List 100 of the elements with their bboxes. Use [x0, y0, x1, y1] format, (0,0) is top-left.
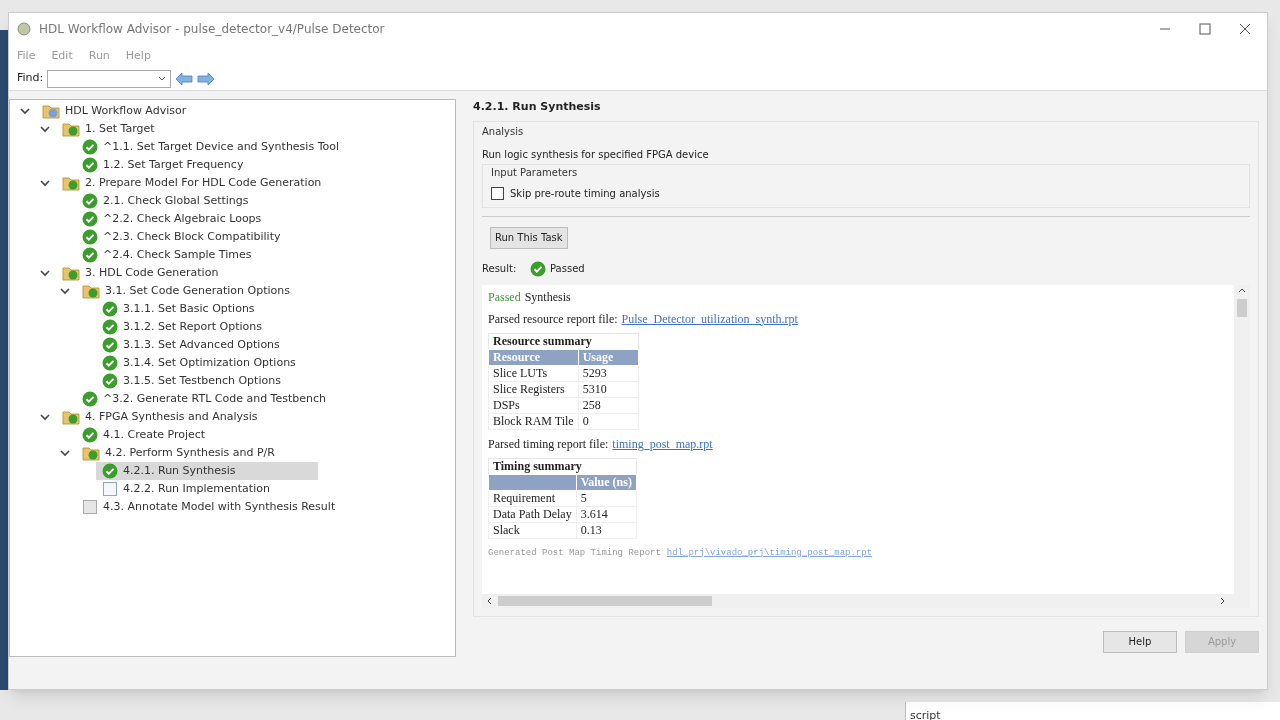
- tree-item[interactable]: ^2.3. Check Block Compatibility: [76, 228, 289, 246]
- table-title: Timing summary: [488, 458, 637, 474]
- chevron-down-icon[interactable]: [40, 268, 50, 278]
- report-text: Parsed resource report file:: [488, 310, 618, 327]
- scrollbar-thumb[interactable]: [498, 595, 712, 606]
- tree-item-label: ^2.4. Check Sample Times: [103, 246, 252, 263]
- tree-item-label: 4.2. Perform Synthesis and P/R: [105, 444, 275, 461]
- status-text: Synthesis: [524, 288, 571, 305]
- table-cell: Data Path Delay: [488, 506, 577, 522]
- passed-check-icon: [82, 193, 98, 209]
- tree-item[interactable]: ^1.1. Set Target Device and Synthesis Tool: [76, 138, 347, 156]
- result-label: Result:: [482, 262, 518, 276]
- tree-item-label: ^2.2. Check Algebraic Loops: [103, 210, 262, 227]
- table-cell: 0: [578, 413, 639, 429]
- folder-icon: [62, 175, 80, 191]
- dialog-button[interactable]: Help: [1103, 630, 1177, 653]
- report-link[interactable]: timing_post_map.rpt: [612, 435, 713, 452]
- folder-icon: [62, 121, 80, 137]
- tree-item-label: 4.3. Annotate Model with Synthesis Result: [103, 498, 336, 515]
- window-title: HDL Workflow Advisor - pulse_detector_v4/Pulse Detector: [39, 21, 385, 38]
- tree-item[interactable]: ^2.4. Check Sample Times: [76, 246, 260, 264]
- table-title: Resource summary: [488, 333, 639, 349]
- tree-item[interactable]: 2.1. Check Global Settings: [76, 192, 257, 210]
- tree-item[interactable]: 4.2.1. Run Synthesis: [96, 462, 318, 480]
- folder-icon: [42, 103, 60, 119]
- passed-check-icon: [82, 211, 98, 227]
- tree-item[interactable]: 3.1. Set Code Generation Options: [76, 282, 298, 300]
- chevron-down-icon[interactable]: [60, 448, 70, 458]
- run-task-button[interactable]: Run This Task: [490, 226, 568, 249]
- table-cell: Block RAM Tile: [488, 413, 579, 429]
- scrollbar-thumb[interactable]: [1237, 298, 1247, 317]
- chevron-down-icon[interactable]: [60, 286, 70, 296]
- table-cell: Slice LUTs: [488, 365, 579, 381]
- passed-check-icon: [82, 247, 98, 263]
- tree-item[interactable]: ^2.2. Check Algebraic Loops: [76, 210, 270, 228]
- chevron-down-icon[interactable]: [20, 106, 30, 116]
- tree-item[interactable]: 1. Set Target: [56, 120, 163, 138]
- task-description: Run logic synthesis for specified FPGA device: [482, 147, 710, 162]
- column-header: Resource: [488, 349, 579, 365]
- column-header: Usage: [578, 349, 639, 365]
- tree-item[interactable]: 2. Prepare Model For HDL Code Generation: [56, 174, 330, 192]
- tree-item[interactable]: 3.1.3. Set Advanced Options: [96, 336, 288, 354]
- tree-item-label: 3.1. Set Code Generation Options: [105, 282, 290, 299]
- maximize-icon[interactable]: [1199, 23, 1211, 35]
- tree-item[interactable]: 3.1.5. Set Testbench Options: [96, 372, 289, 390]
- tree-item-label: 4.2.1. Run Synthesis: [123, 462, 236, 479]
- tree-item[interactable]: 4.2.2. Run Implementation: [96, 480, 278, 498]
- tree-item-label: 3.1.5. Set Testbench Options: [123, 372, 281, 389]
- chevron-down-icon[interactable]: [40, 124, 50, 134]
- tree-item-label: 4.2.2. Run Implementation: [123, 480, 270, 497]
- scroll-right-icon[interactable]: [1220, 596, 1226, 605]
- folder-icon: [62, 265, 80, 281]
- report-text: Generated Post Map Timing Report: [488, 546, 661, 560]
- passed-check-icon: [82, 391, 98, 407]
- tree-item[interactable]: 4. FPGA Synthesis and Analysis: [56, 408, 266, 426]
- table-cell: 0.13: [576, 522, 637, 538]
- passed-check-icon: [102, 355, 118, 371]
- blank-box-icon: [82, 499, 98, 515]
- tree-item[interactable]: 3. HDL Code Generation: [56, 264, 227, 282]
- table-cell: DSPs: [488, 397, 579, 413]
- tree-item-label: 4.1. Create Project: [103, 426, 206, 443]
- passed-check-icon: [102, 463, 118, 479]
- tree-item[interactable]: HDL Workflow Advisor: [36, 102, 195, 120]
- table-cell: Slack: [488, 522, 577, 538]
- folder-icon: [62, 409, 80, 425]
- table-cell: 5310: [578, 381, 639, 397]
- report-text: Parsed timing report file:: [488, 435, 609, 452]
- result-value: Passed: [550, 262, 585, 276]
- tree-item[interactable]: 3.1.2. Set Report Options: [96, 318, 270, 336]
- report-link[interactable]: Pulse_Detector_utilization_synth.rpt: [621, 310, 798, 327]
- tree-item[interactable]: 3.1.4. Set Optimization Options: [96, 354, 304, 372]
- tree-item[interactable]: ^3.2. Generate RTL Code and Testbench: [76, 390, 334, 408]
- tree-item-label: ^2.3. Check Block Compatibility: [103, 228, 281, 245]
- chevron-down-icon[interactable]: [40, 178, 50, 188]
- tree-item[interactable]: 4.3. Annotate Model with Synthesis Result: [76, 498, 344, 516]
- tree-item[interactable]: 4.2. Perform Synthesis and P/R: [76, 444, 283, 462]
- tree-item-label: 3.1.3. Set Advanced Options: [123, 336, 280, 353]
- column-header: Value (ns): [576, 474, 637, 490]
- scroll-up-icon[interactable]: [1238, 286, 1246, 293]
- app-icon: [17, 22, 31, 36]
- checkbox[interactable]: [491, 186, 504, 200]
- tree-item[interactable]: 3.1.1. Set Basic Options: [96, 300, 263, 318]
- tree-item-label: 1.2. Set Target Frequency: [103, 156, 244, 173]
- group-title: Input Parameters: [491, 165, 579, 180]
- tree-item[interactable]: 4.1. Create Project: [76, 426, 214, 444]
- close-icon[interactable]: [1239, 23, 1251, 35]
- table-cell: Requirement: [488, 490, 577, 506]
- tree-item-label: 2.1. Check Global Settings: [103, 192, 249, 209]
- tree-item-label: ^1.1. Set Target Device and Synthesis Tool: [103, 138, 339, 155]
- forward-arrow-icon[interactable]: [197, 71, 216, 86]
- tree-item[interactable]: 1.2. Set Target Frequency: [76, 156, 252, 174]
- tree-item-label: HDL Workflow Advisor: [65, 102, 187, 119]
- back-arrow-icon[interactable]: [175, 71, 194, 86]
- scroll-left-icon[interactable]: [486, 596, 492, 605]
- tree-item-label: ^3.2. Generate RTL Code and Testbench: [103, 390, 326, 407]
- table-cell: 3.614: [576, 506, 637, 522]
- chevron-down-icon[interactable]: [40, 412, 50, 422]
- tree-item-label: 2. Prepare Model For HDL Code Generation: [85, 174, 322, 191]
- passed-check-icon: [82, 427, 98, 443]
- passed-check-icon: [102, 337, 118, 353]
